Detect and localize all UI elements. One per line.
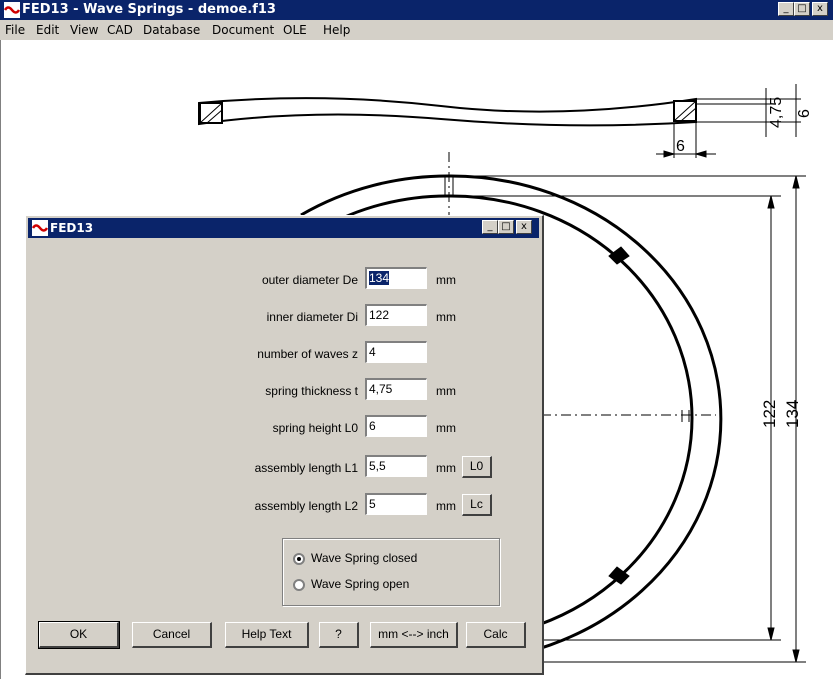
assembly-length-l2-input[interactable]: 5 bbox=[365, 493, 427, 515]
unit-spring-height: mm bbox=[436, 421, 456, 435]
main-titlebar[interactable]: FED13 - Wave Springs - demoe.f13 _ □ x bbox=[0, 0, 833, 20]
spring-height-input[interactable]: 6 bbox=[365, 415, 427, 437]
menu-ole[interactable]: OLE bbox=[283, 23, 307, 37]
menu-bar: File Edit View CAD Database Document OLE… bbox=[0, 20, 833, 40]
close-button[interactable]: x bbox=[812, 2, 828, 16]
ok-button[interactable]: OK bbox=[38, 621, 120, 649]
menu-database[interactable]: Database bbox=[143, 23, 200, 37]
app-icon bbox=[4, 2, 20, 18]
dialog-titlebar[interactable]: FED13 _ □ x bbox=[28, 218, 539, 238]
radio-open-label[interactable]: Wave Spring open bbox=[311, 577, 409, 591]
label-spring-thickness: spring thickness t bbox=[265, 384, 358, 398]
outer-diameter-input[interactable]: 134 bbox=[365, 267, 427, 289]
menu-help[interactable]: Help bbox=[323, 23, 350, 37]
unit-toggle-button[interactable]: mm <--> inch bbox=[370, 622, 458, 648]
unit-assembly-length-l2: mm bbox=[436, 499, 456, 513]
unit-spring-thickness: mm bbox=[436, 384, 456, 398]
label-spring-height: spring height L0 bbox=[272, 421, 358, 435]
dialog-minimize-button[interactable]: _ bbox=[482, 220, 498, 234]
minimize-button[interactable]: _ bbox=[778, 2, 794, 16]
dim-width-label: 6 bbox=[676, 138, 685, 155]
dim-height-label: 6 bbox=[796, 109, 813, 118]
menu-view[interactable]: View bbox=[70, 23, 98, 37]
label-assembly-length-l1: assembly length L1 bbox=[254, 461, 358, 475]
unit-inner-diameter: mm bbox=[436, 310, 456, 324]
menu-edit[interactable]: Edit bbox=[36, 23, 59, 37]
fed13-dialog: FED13 _ □ x outer diameter De 134 mm inn… bbox=[25, 215, 544, 675]
label-outer-diameter: outer diameter De bbox=[261, 273, 358, 287]
lc-button[interactable]: Lc bbox=[462, 494, 492, 516]
label-assembly-length-l2: assembly length L2 bbox=[254, 499, 358, 513]
radio-open[interactable] bbox=[293, 579, 305, 591]
radio-closed[interactable] bbox=[293, 553, 305, 565]
question-button[interactable]: ? bbox=[319, 622, 359, 648]
dim-outer-diameter: 134 bbox=[783, 400, 802, 428]
dialog-title: FED13 bbox=[50, 221, 94, 235]
maximize-button[interactable]: □ bbox=[794, 2, 810, 16]
dialog-app-icon bbox=[32, 220, 48, 236]
dim-thickness-label: 4,75 bbox=[768, 97, 785, 128]
unit-outer-diameter: mm bbox=[436, 273, 456, 287]
assembly-length-l1-input[interactable]: 5,5 bbox=[365, 455, 427, 477]
menu-document[interactable]: Document bbox=[212, 23, 274, 37]
radio-closed-label[interactable]: Wave Spring closed bbox=[311, 551, 417, 565]
help-text-button[interactable]: Help Text bbox=[225, 622, 309, 648]
label-number-of-waves: number of waves z bbox=[257, 347, 358, 361]
menu-cad[interactable]: CAD bbox=[107, 23, 133, 37]
spring-thickness-input[interactable]: 4,75 bbox=[365, 378, 427, 400]
dialog-maximize-button[interactable]: □ bbox=[498, 220, 514, 234]
dialog-close-button[interactable]: x bbox=[516, 220, 532, 234]
inner-diameter-input[interactable]: 122 bbox=[365, 304, 427, 326]
l0-button[interactable]: L0 bbox=[462, 456, 492, 478]
number-of-waves-input[interactable]: 4 bbox=[365, 341, 427, 363]
window-title: FED13 - Wave Springs - demoe.f13 bbox=[22, 2, 276, 17]
unit-assembly-length-l1: mm bbox=[436, 461, 456, 475]
spring-type-group: Wave Spring closed Wave Spring open bbox=[282, 538, 500, 606]
spring-side-view bbox=[198, 97, 697, 127]
cancel-button[interactable]: Cancel bbox=[132, 622, 212, 648]
label-inner-diameter: inner diameter Di bbox=[266, 310, 358, 324]
dim-inner-diameter: 122 bbox=[760, 400, 779, 428]
menu-file[interactable]: File bbox=[5, 23, 25, 37]
calc-button[interactable]: Calc bbox=[466, 622, 526, 648]
